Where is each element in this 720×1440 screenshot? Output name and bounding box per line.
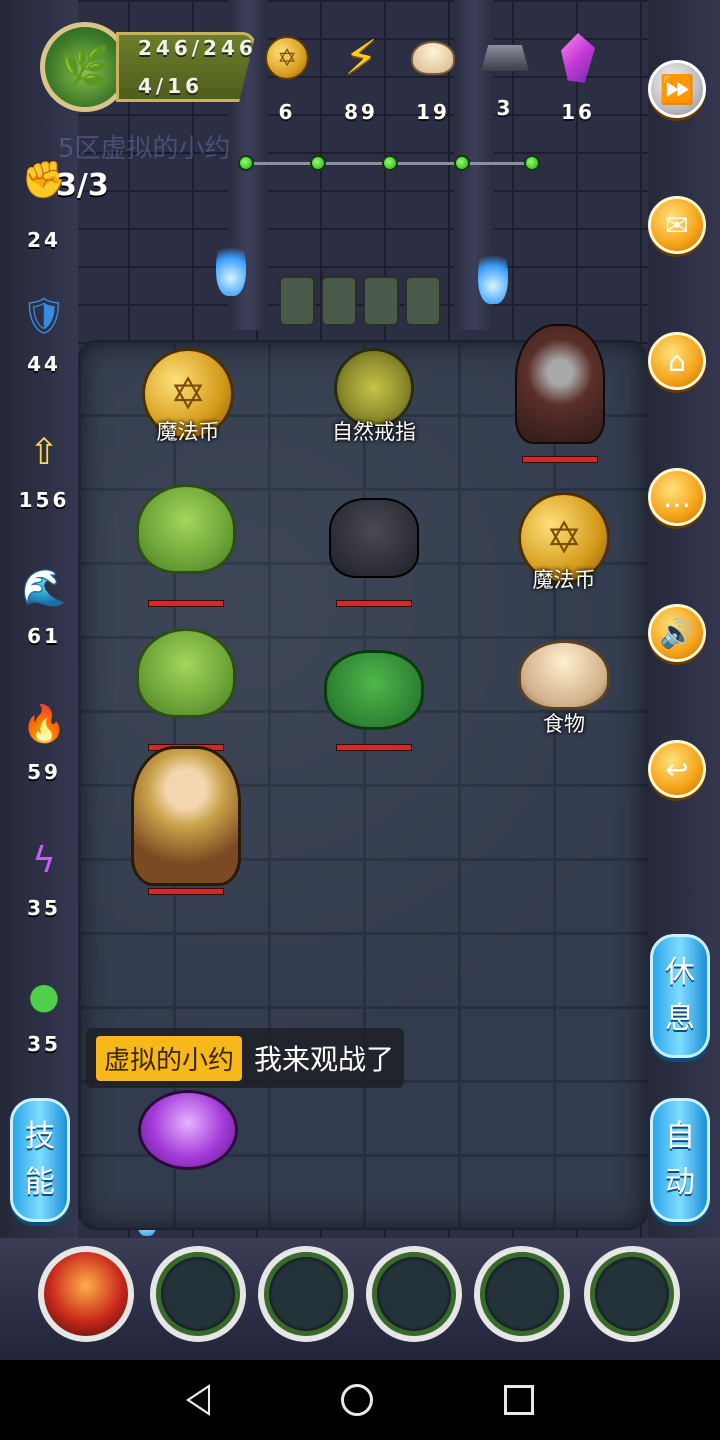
purple-lightning-icon: ϟ [32,839,56,881]
resource-iron: 3 [470,30,540,120]
green-boar-icon [324,650,424,730]
resource-crystal: 16 [543,30,613,124]
crystal-icon [561,33,595,83]
poison-snake-icon: ● [28,975,60,1017]
board-item-magic-coin-2[interactable]: ✡ 魔法币 [474,484,654,624]
monster-hooded-skeleton[interactable] [470,316,650,463]
stat-attack: 24 [27,228,61,252]
shield-icon: 🛡 [21,296,67,337]
energy-bolt-icon: ⚡ [344,30,378,86]
board-item-food[interactable]: 食物 [474,632,654,772]
stat-defense: 🛡 44 [21,296,67,376]
skill-button[interactable]: 技能 [10,1098,70,1222]
monster-green-frog[interactable] [96,476,276,616]
fist-count: 3/3 [56,168,109,203]
home-circle-icon[interactable] [340,1384,373,1416]
level-text: 4/16 [138,74,204,98]
undo-button[interactable]: ↩ [648,740,706,798]
hooded-skeleton-icon [515,324,605,444]
stage-dot [238,155,254,171]
stat-lightning: ϟ 35 [27,839,61,921]
food-bun-icon [411,41,455,75]
skill-slot-empty[interactable] [366,1246,462,1342]
iron-ingot-icon [481,45,529,71]
skill-slot-fire-demon[interactable] [38,1246,134,1342]
board-item-magic-coin[interactable]: ✡ 魔法币 [98,340,278,480]
stat-water: 🌊 61 [21,568,67,648]
resource-magic-coin: ✡ 6 [252,30,322,124]
stat-poison: ● 35 [27,975,61,1057]
magic-coin-count: 6 [278,100,296,124]
stat-holy: ⇧ 156 [18,431,70,513]
speaker-icon: 🔊 [659,616,695,650]
monster-hp-bar [522,456,598,463]
black-cat-icon [329,498,419,578]
chat-bubble-icon: … [663,480,691,514]
monster-purple-flower[interactable] [98,1082,278,1192]
sound-button[interactable]: 🔊 [648,604,706,662]
board-item-nature-ring[interactable]: 自然戒指 [284,340,464,480]
monster-black-cat[interactable] [284,490,464,630]
green-frog-icon [136,628,236,718]
skill-slot-empty[interactable] [584,1246,680,1342]
food-count: 19 [416,100,450,124]
item-label: 魔法币 [532,568,596,592]
green-frog-icon [136,484,236,574]
holy-light-icon: ⇧ [28,431,60,473]
dungeon-gate [268,276,452,336]
stage-dot [524,155,540,171]
player-hero[interactable] [96,738,276,908]
magic-coin-icon: ✡ [265,36,309,80]
item-label: 魔法币 [156,420,220,444]
water-wave-icon: 🌊 [21,568,67,609]
chat-button[interactable]: … [648,468,706,526]
chat-message: 虚拟的小约 我来观战了 [86,1028,405,1088]
hero-hp-bar [148,888,224,895]
chat-sender: 虚拟的小约 [96,1035,243,1081]
valkyrie-hero-icon [131,746,241,886]
monster-hp-bar [336,744,412,751]
skill-slot-empty[interactable] [474,1246,570,1342]
chat-text: 我来观战了 [254,1043,395,1076]
fire-icon: 🔥 [21,704,67,745]
floor-label: 5区虚拟的小约 [58,134,231,164]
dryad-portrait-icon: 🌿 [60,44,110,91]
monster-hp-bar [148,600,224,607]
iron-count: 3 [496,96,514,120]
purple-flower-icon [138,1090,238,1170]
fast-forward-button[interactable]: ⏩ [648,60,706,118]
stage-dot [454,155,470,171]
game-screen: 🌿 246/246 4/16 ✡ 6 ⚡ 89 19 3 16 5区虚拟的小约 … [0,0,720,1360]
rest-button[interactable]: 休息 [650,934,710,1058]
hp-text: 246/246 [138,36,257,60]
stage-dot [382,155,398,171]
auto-button[interactable]: 自动 [650,1098,710,1222]
undo-arrow-icon: ↩ [665,752,689,786]
monster-green-boar[interactable] [284,642,464,782]
house-icon: ⌂ [668,344,686,378]
skill-slot-empty[interactable] [258,1246,354,1342]
blue-flame-right [478,244,508,304]
stat-fire: 🔥 59 [21,704,67,784]
android-nav-bar [0,1360,720,1440]
crystal-count: 16 [561,100,595,124]
recent-apps-icon[interactable] [504,1385,535,1415]
fast-forward-icon: ⏩ [659,72,695,106]
item-label: 自然戒指 [332,420,416,444]
monster-hp-bar [336,600,412,607]
back-icon[interactable] [185,1384,210,1416]
skill-slot-empty[interactable] [150,1246,246,1342]
mail-button[interactable]: ✉ [648,196,706,254]
stage-dot [310,155,326,171]
item-label: 食物 [543,712,585,736]
resource-food: 19 [398,30,468,124]
envelope-icon: ✉ [665,208,689,242]
blue-flame-left [216,236,246,296]
resource-energy: ⚡ 89 [326,30,396,124]
home-button[interactable]: ⌂ [648,332,706,390]
energy-count: 89 [344,100,378,124]
food-dumpling-icon [518,640,610,710]
